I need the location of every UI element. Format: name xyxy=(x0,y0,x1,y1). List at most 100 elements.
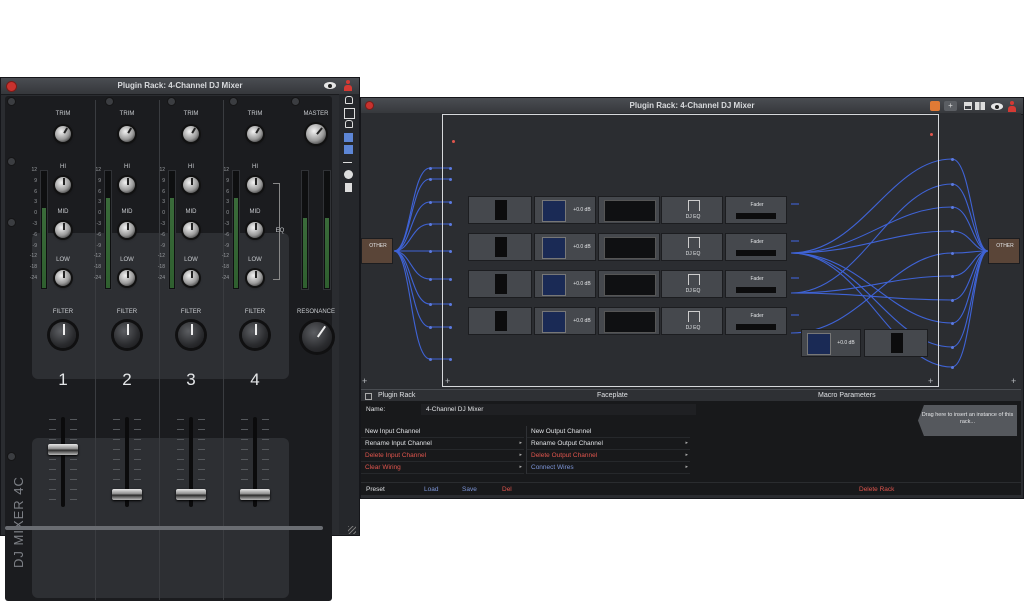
menu-item[interactable]: New Input Channel xyxy=(361,426,524,438)
lock-icon[interactable] xyxy=(365,393,372,400)
save-button[interactable]: Save xyxy=(462,483,477,496)
trim-knob[interactable] xyxy=(183,126,199,142)
output-port[interactable] xyxy=(951,346,954,349)
input-port[interactable] xyxy=(429,178,432,181)
dj-eq-module[interactable]: DJ EQ xyxy=(661,196,723,224)
input-port[interactable] xyxy=(449,201,452,204)
fader-cap[interactable] xyxy=(48,443,78,455)
delete-rack-button[interactable]: Delete Rack xyxy=(859,483,894,496)
hi-knob[interactable] xyxy=(119,177,135,193)
mid-knob[interactable] xyxy=(183,222,199,238)
input-module[interactable] xyxy=(468,233,532,261)
edit-icon[interactable] xyxy=(344,133,353,142)
fader-cap[interactable] xyxy=(240,489,270,500)
input-node[interactable]: OTHER xyxy=(361,238,393,264)
layers-icon[interactable] xyxy=(344,145,353,154)
input-port[interactable] xyxy=(449,278,452,281)
hi-knob[interactable] xyxy=(247,177,263,193)
add-module-icon[interactable]: + xyxy=(445,376,450,386)
add-output-icon[interactable]: + xyxy=(1011,376,1016,386)
dj-eq-module[interactable]: DJ EQ xyxy=(661,270,723,298)
fader-module[interactable]: Fader xyxy=(725,270,787,298)
dj-eq-module[interactable]: DJ EQ xyxy=(661,233,723,261)
master-gain-module[interactable]: +0.0 dB xyxy=(801,329,861,357)
menu-item[interactable]: Delete Output Channel ▸ xyxy=(527,450,690,462)
split-view-icon[interactable] xyxy=(975,102,985,110)
master-output-module[interactable] xyxy=(864,329,928,357)
output-port[interactable] xyxy=(951,275,954,278)
gain-module[interactable]: +0.0 dB xyxy=(534,270,596,298)
menu-item[interactable]: Rename Output Channel ▸ xyxy=(527,438,690,450)
input-port[interactable] xyxy=(429,223,432,226)
fader-cap[interactable] xyxy=(176,489,206,500)
rack-name-field[interactable]: 4-Channel DJ Mixer xyxy=(421,404,696,415)
expand-icon[interactable] xyxy=(344,108,355,119)
trim-knob[interactable] xyxy=(55,126,71,142)
filter-knob[interactable] xyxy=(242,322,268,348)
midi-port[interactable] xyxy=(930,133,933,136)
input-port[interactable] xyxy=(429,278,432,281)
lock-icon[interactable] xyxy=(345,96,353,104)
mid-knob[interactable] xyxy=(55,222,71,238)
input-port[interactable] xyxy=(429,358,432,361)
key-icon[interactable] xyxy=(343,158,352,163)
output-port[interactable] xyxy=(951,183,954,186)
input-port[interactable] xyxy=(429,250,432,253)
input-port[interactable] xyxy=(449,167,452,170)
close-icon[interactable] xyxy=(365,101,374,110)
dj-eq-module[interactable]: DJ EQ xyxy=(661,307,723,335)
filter-knob[interactable] xyxy=(178,322,204,348)
document-icon[interactable] xyxy=(345,183,352,192)
record-icon[interactable] xyxy=(930,101,940,111)
gain-module[interactable]: +0.0 dB xyxy=(534,307,596,335)
output-port[interactable] xyxy=(951,206,954,209)
input-port[interactable] xyxy=(429,167,432,170)
output-port[interactable] xyxy=(951,322,954,325)
midi-port[interactable] xyxy=(452,140,455,143)
user-icon[interactable] xyxy=(1008,101,1016,112)
input-port[interactable] xyxy=(429,326,432,329)
menu-item[interactable]: Rename Input Channel ▸ xyxy=(361,438,524,450)
fader-module[interactable]: Fader xyxy=(725,196,787,224)
input-module[interactable] xyxy=(468,307,532,335)
scope-module[interactable] xyxy=(598,307,660,335)
add-icon[interactable]: + xyxy=(944,101,957,111)
resize-grip-icon[interactable] xyxy=(348,526,356,534)
filter-knob[interactable] xyxy=(50,322,76,348)
fader-cap[interactable] xyxy=(112,489,142,500)
play-icon[interactable] xyxy=(344,170,353,179)
input-port[interactable] xyxy=(449,303,452,306)
fader-module[interactable]: Fader xyxy=(725,233,787,261)
scope-module[interactable] xyxy=(598,196,660,224)
low-knob[interactable] xyxy=(183,270,199,286)
drag-insert-hint[interactable]: Drag here to insert an instance of this … xyxy=(918,405,1017,436)
scope-module[interactable] xyxy=(598,233,660,261)
low-knob[interactable] xyxy=(55,270,71,286)
hi-knob[interactable] xyxy=(55,177,71,193)
mid-knob[interactable] xyxy=(247,222,263,238)
input-module[interactable] xyxy=(468,270,532,298)
output-port[interactable] xyxy=(951,230,954,233)
add-module-right-icon[interactable]: + xyxy=(928,376,933,386)
input-port[interactable] xyxy=(429,201,432,204)
routing-graph[interactable]: OTHER OTHER +0.0 dB DJ EQ Fader +0.0 dB DJ EQ F… xyxy=(361,113,1021,388)
input-port[interactable] xyxy=(449,358,452,361)
low-knob[interactable] xyxy=(247,270,263,286)
menu-item[interactable]: New Output Channel xyxy=(527,426,690,438)
gain-module[interactable]: +0.0 dB xyxy=(534,233,596,261)
trim-knob[interactable] xyxy=(247,126,263,142)
scope-module[interactable] xyxy=(598,270,660,298)
input-port[interactable] xyxy=(449,178,452,181)
low-knob[interactable] xyxy=(119,270,135,286)
output-port[interactable] xyxy=(951,299,954,302)
hi-knob[interactable] xyxy=(183,177,199,193)
input-module[interactable] xyxy=(468,196,532,224)
input-port[interactable] xyxy=(449,250,452,253)
load-button[interactable]: Load xyxy=(424,483,438,496)
resonance-knob[interactable] xyxy=(302,322,332,352)
horizontal-scrollbar[interactable] xyxy=(5,526,323,530)
add-input-icon[interactable]: + xyxy=(362,376,367,386)
input-port[interactable] xyxy=(449,326,452,329)
layout-icon[interactable] xyxy=(964,102,972,110)
fader-module[interactable]: Fader xyxy=(725,307,787,335)
